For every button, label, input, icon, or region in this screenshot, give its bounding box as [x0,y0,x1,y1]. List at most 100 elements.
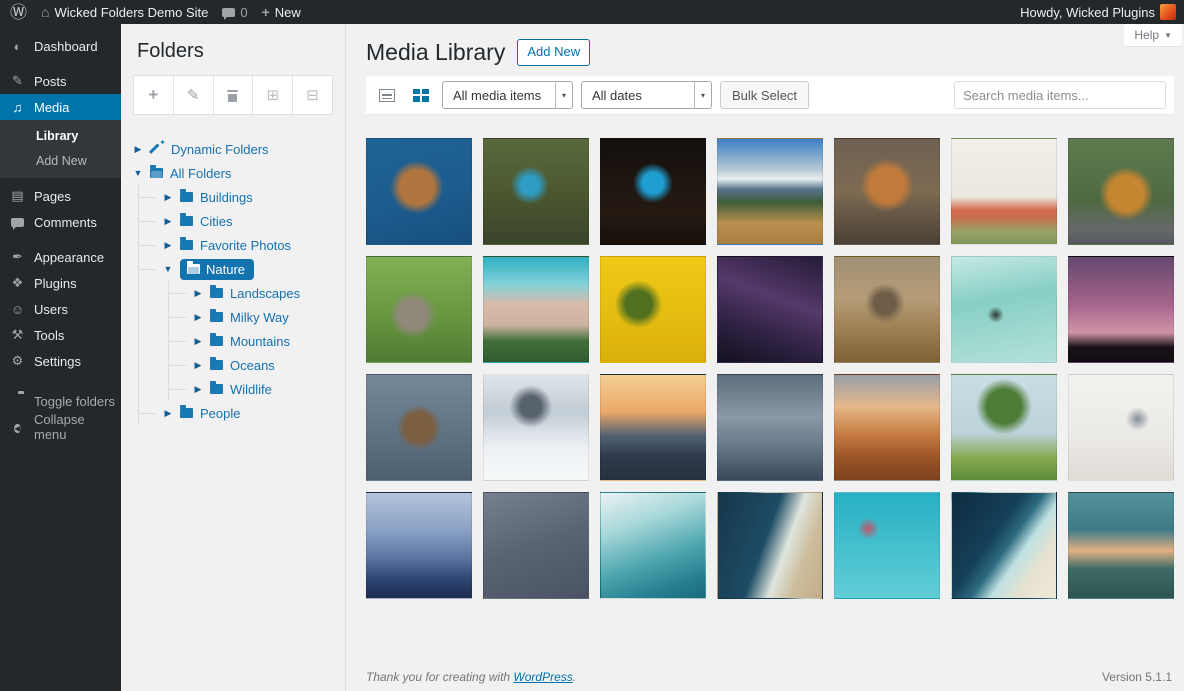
new-label: New [274,4,301,20]
caret-down-icon[interactable]: ▼ [163,264,173,274]
howdy-text: Howdy, Wicked Plugins [1020,4,1155,20]
caret-right-icon[interactable]: ▶ [163,240,173,251]
photo-yosemite-valley[interactable] [1068,492,1174,599]
photo-foggy-fjord[interactable] [717,374,823,481]
help-tab[interactable]: Help ▼ [1124,24,1182,46]
photo-snowy-peaks[interactable] [483,374,589,481]
howdy-account-menu[interactable]: Howdy, Wicked Plugins [1020,4,1176,20]
sidebar-item-tools[interactable]: ⚒ Tools [0,322,121,348]
sidebar-label-users: Users [34,301,68,317]
media-type-filter-select[interactable]: All media items ▾ [442,81,573,109]
sidebar-item-comments[interactable]: Comments [0,209,121,235]
photo-mountain-valley[interactable] [717,138,823,245]
caret-right-icon[interactable]: ▶ [163,216,173,227]
folder-label-mountains: Mountains [230,333,290,349]
comments-shortcut[interactable]: 0 [222,5,248,20]
folder-label-oceans: Oceans [230,357,275,373]
caret-right-icon[interactable]: ▶ [193,360,203,371]
folder-label-buildings: Buildings [200,189,253,205]
media-grid [366,138,1174,599]
caret-right-icon[interactable]: ▶ [133,144,143,155]
photo-fox[interactable] [834,138,940,245]
submenu-item-library[interactable]: Library [0,123,121,148]
photo-elephants[interactable] [834,256,940,363]
folder-icon [180,189,193,202]
sidebar-item-plugins[interactable]: ❖ Plugins [0,270,121,296]
sidebar-item-appearance[interactable]: ✒ Appearance [0,244,121,270]
photo-sunrise-forest[interactable] [600,374,706,481]
add-folder-button[interactable]: + [134,76,174,114]
selected-folder-nature[interactable]: Nature [180,258,255,280]
site-name-link[interactable]: ⌂ Wicked Folders Demo Site [41,4,208,20]
photo-milky-way[interactable] [717,256,823,363]
photo-aerial-turtle[interactable] [951,492,1057,599]
collapse-menu-icon: ◀ [14,424,21,433]
caret-right-icon[interactable]: ▶ [193,288,203,299]
folder-label-wildlife: Wildlife [230,381,272,397]
collapse-all-button[interactable]: ⊟ [293,76,332,114]
photo-soaring-bird[interactable] [951,256,1057,363]
sidebar-label-pages: Pages [34,188,71,204]
admin-menu: ◐ Dashboard ✎ Posts ♫ Media Library Add … [0,24,121,691]
sidebar-item-pages[interactable]: ▤ Pages [0,183,121,209]
folder-label-all-folders: All Folders [170,165,232,181]
sidebar-item-users[interactable]: ☺ Users [0,296,121,322]
sidebar-item-media[interactable]: ♫ Media [0,94,121,120]
edit-folder-button[interactable]: ✎ [174,76,214,114]
thanks-text: Thank you for creating with [366,670,514,684]
photo-sea-turtle[interactable] [366,138,472,245]
photo-misty-blue-mountains[interactable] [366,492,472,599]
sidebar-label-collapse-menu: Collapse menu [34,412,85,442]
expand-all-button[interactable]: ⊞ [253,76,294,114]
bulk-select-button[interactable]: Bulk Select [720,81,810,109]
tree-item-dynamic-folders: ▶ Dynamic Folders [133,137,333,161]
photo-sand-dune[interactable] [483,256,589,363]
list-view-button[interactable] [374,83,400,107]
photo-violet-dusk[interactable] [1068,256,1174,363]
submenu-item-add-new[interactable]: Add New [0,148,121,173]
folder-icon [210,381,223,394]
media-library-page: Help ▼ Media Library Add New All media i… [346,24,1184,691]
photo-aerial-beach[interactable] [717,492,823,599]
photo-poppy-meadow[interactable] [951,138,1057,245]
photo-forest-canopy[interactable] [366,374,472,481]
new-content-button[interactable]: + New [262,4,301,20]
photo-kingfisher[interactable] [483,138,589,245]
wordpress-logo-icon[interactable]: Ⓦ [10,4,27,21]
tree-item-nature: ▼ Nature ▶ Landscapes ▶ Milky Way ▶ Moun… [139,257,333,401]
date-filter-select[interactable]: All dates ▾ [581,81,712,109]
photo-curling-wave[interactable] [600,492,706,599]
photo-sunflower[interactable] [600,256,706,363]
sidebar-item-toggle-folders[interactable]: Toggle folders [0,388,121,414]
comments-icon [10,215,25,230]
tree-item-milky-way: ▶ Milky Way [169,305,333,329]
photo-fish-school[interactable] [483,492,589,599]
add-new-button[interactable]: Add New [517,39,591,66]
photo-sunset-ridges[interactable] [834,374,940,481]
delete-folder-button[interactable] [214,76,254,114]
caret-right-icon[interactable]: ▶ [193,312,203,323]
sidebar-item-collapse-menu[interactable]: ◀ Collapse menu [0,412,121,442]
tree-item-buildings: ▶ Buildings [139,185,333,209]
settings-icon: ⚙ [11,353,24,368]
photo-glowing-canyon[interactable] [600,138,706,245]
caret-right-icon[interactable]: ▶ [193,384,203,395]
sidebar-item-dashboard[interactable]: ◐ Dashboard [0,33,121,59]
tree-item-landscapes: ▶ Landscapes [169,281,333,305]
caret-down-icon[interactable]: ▼ [133,168,143,178]
photo-hot-air-balloons[interactable] [834,492,940,599]
caret-right-icon[interactable]: ▶ [163,192,173,203]
folder-icon [210,285,223,298]
tree-item-cities: ▶ Cities [139,209,333,233]
photo-lone-tree[interactable] [951,374,1057,481]
sidebar-item-posts[interactable]: ✎ Posts [0,68,121,94]
caret-right-icon[interactable]: ▶ [193,336,203,347]
search-media-input[interactable] [954,81,1166,109]
sidebar-item-settings[interactable]: ⚙ Settings [0,348,121,374]
photo-statue-of-liberty[interactable] [1068,374,1174,481]
caret-right-icon[interactable]: ▶ [163,408,173,419]
wordpress-link[interactable]: WordPress [513,670,572,684]
photo-owl[interactable] [366,256,472,363]
grid-view-button[interactable] [408,83,434,107]
photo-tiger[interactable] [1068,138,1174,245]
